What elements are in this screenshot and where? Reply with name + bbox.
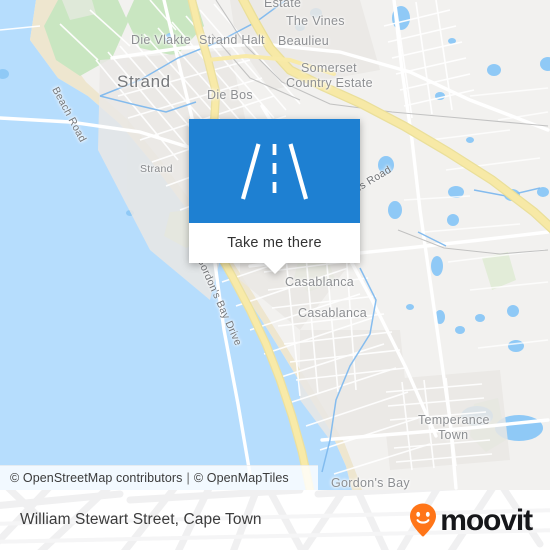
- map-label-temperance: Temperance: [418, 413, 490, 427]
- map-label-casablanca-2: Casablanca: [298, 306, 368, 320]
- attribution-tiles[interactable]: © OpenMapTiles: [194, 471, 289, 485]
- map-label-somerset: Somerset: [301, 61, 357, 75]
- map-attribution[interactable]: © OpenStreetMap contributors | © OpenMap…: [0, 465, 318, 490]
- road-ahead-icon: [240, 143, 309, 200]
- map-label-beaulieu: Beaulieu: [278, 34, 330, 48]
- map-label-gordons-bay: Gordon's Bay: [331, 476, 410, 490]
- moovit-smiley-pin-icon: [410, 503, 437, 537]
- map-label-town: Town: [438, 428, 469, 442]
- take-me-there-label: Take me there: [227, 235, 322, 251]
- map-label-die-bos: Die Bos: [207, 88, 253, 102]
- map-label-strand-station: Strand: [140, 163, 173, 175]
- moovit-map-card: Die Vlakte Strand Halt Estate The Vines …: [0, 0, 550, 550]
- attribution-osm[interactable]: © OpenStreetMap contributors: [10, 471, 183, 485]
- map-label-die-vlakte: Die Vlakte: [131, 33, 191, 47]
- map-label-strand-halt: Strand Halt: [199, 33, 265, 47]
- map-label-strand: Strand: [117, 72, 171, 91]
- map-label-beach-road: Beach Road: [49, 85, 89, 145]
- location-title-text: William Stewart Street, Cape Town: [20, 511, 262, 528]
- map-label-country-estate: Country Estate: [286, 76, 373, 90]
- map-canvas[interactable]: Die Vlakte Strand Halt Estate The Vines …: [0, 0, 550, 490]
- map-label-gordons-bay-drive: Gordon's Bay Drive: [194, 255, 245, 348]
- attribution-separator: |: [186, 471, 190, 485]
- moovit-logo[interactable]: moovit: [408, 490, 533, 550]
- popup-tail: [263, 263, 286, 274]
- moovit-wordmark: moovit: [440, 504, 533, 537]
- map-label-estate: Estate: [264, 0, 302, 10]
- map-label-casablanca-1: Casablanca: [285, 275, 355, 289]
- take-me-there-button[interactable]: Take me there: [189, 223, 360, 263]
- map-label-the-vines: The Vines: [286, 14, 345, 28]
- location-title: William Stewart Street, Cape Town: [20, 490, 262, 550]
- map-popup[interactable]: Take me there: [189, 119, 360, 274]
- footer-bar: William Stewart Street, Cape Town moovit: [0, 490, 550, 550]
- popup-image: [189, 119, 360, 223]
